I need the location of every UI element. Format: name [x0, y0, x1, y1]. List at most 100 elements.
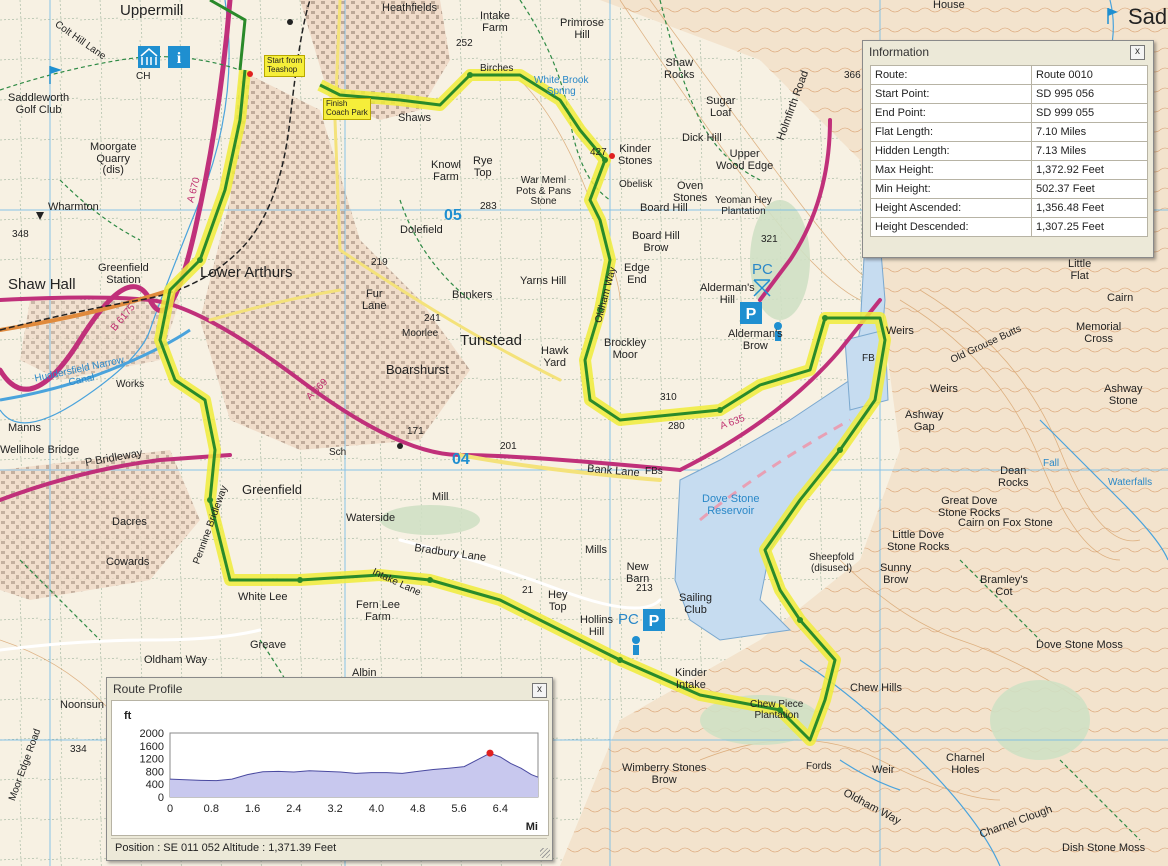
place-label: Wimberry Stones Brow — [622, 762, 707, 786]
route-profile-title-text: Route Profile — [113, 682, 183, 696]
info-key: Max Height: — [870, 160, 1032, 180]
place-label: Sugar Loaf — [706, 95, 736, 119]
place-label: Dacres — [112, 516, 147, 528]
place-label: Cairn — [1107, 292, 1134, 304]
place-label: Alderman's Hill — [700, 282, 755, 306]
place-label: Charnel Holes — [946, 752, 985, 776]
info-value: 502.37 Feet — [1031, 179, 1148, 199]
place-label: Dean Rocks — [998, 465, 1029, 489]
place-label: Cowards — [106, 556, 150, 568]
start-callout[interactable]: Start from Teashop — [264, 55, 306, 77]
place-label: Chew Hills — [850, 682, 902, 694]
y-tick-label: 800 — [146, 766, 164, 778]
spot-height: 201 — [500, 441, 517, 452]
place-label: Hollins Hill — [580, 614, 614, 638]
water-label: Fall — [1043, 458, 1060, 469]
x-tick-label: 0 — [167, 803, 173, 815]
place-label: Sch — [329, 447, 347, 458]
resize-grip-icon[interactable] — [540, 848, 550, 858]
place-label: Oven Stones — [673, 180, 708, 204]
place-label: Manns — [8, 422, 42, 434]
place-label: Greave — [250, 639, 287, 651]
information-panel-title[interactable]: Information x — [863, 41, 1153, 63]
info-row: Flat Length: 7.10 Miles — [870, 122, 1148, 142]
svg-text:P: P — [746, 306, 757, 323]
route-profile-title[interactable]: Route Profile x — [107, 678, 552, 700]
info-row: Max Height: 1,372.92 Feet — [870, 160, 1148, 180]
info-key: End Point: — [870, 103, 1032, 123]
x-tick-label: 5.6 — [451, 803, 466, 815]
water-label: Dove Stone Reservoir — [702, 493, 760, 517]
information-table: Route: Route 0010 Start Point: SD 995 056 En… — [870, 65, 1148, 237]
place-label: Wellihole Bridge — [0, 444, 80, 456]
place-label: Lower Arthurs — [200, 264, 293, 281]
spot-height: 348 — [12, 229, 29, 240]
place-label: Little Dove Stone Rocks — [887, 529, 950, 553]
place-label: Brockley Moor — [604, 337, 647, 361]
place-label: Intake Farm — [480, 10, 510, 34]
spot-height: 171 — [407, 426, 424, 437]
info-key: Route: — [870, 65, 1032, 85]
info-row: End Point: SD 999 055 — [870, 103, 1148, 123]
place-label: Ashway Gap — [905, 409, 944, 433]
place-label: Sheepfold (disused) — [809, 552, 855, 574]
place-label: Waterside — [346, 512, 396, 524]
place-label: Shaw Hall — [8, 276, 76, 293]
info-value: 1,372.92 Feet — [1031, 160, 1148, 180]
grid-label: 04 — [452, 451, 470, 468]
place-label: Dick Hill — [682, 132, 722, 144]
x-tick-label: 0.8 — [204, 803, 219, 815]
place-label: Mills — [585, 544, 607, 556]
information-panel[interactable]: Information x Route: Route 0010 Start Poin… — [862, 40, 1154, 258]
place-label: Sunny Brow — [880, 562, 912, 586]
place-label: Greenfield — [242, 482, 302, 497]
place-label: PC — [618, 611, 639, 628]
y-tick-label: 400 — [146, 779, 164, 791]
spot-height: 213 — [636, 583, 653, 594]
place-label: Dove Stone Moss — [1036, 639, 1123, 651]
spot-height: 283 — [480, 201, 497, 212]
place-label: Noonsun — [60, 699, 105, 711]
position-status: Position : SE 011 052 Altitude : 1,371.3… — [111, 838, 547, 856]
info-row: Start Point: SD 995 056 — [870, 84, 1148, 104]
place-label: Shaw Rocks — [664, 57, 695, 81]
place-label: Fords — [806, 761, 832, 772]
info-value: Route 0010 — [1031, 65, 1148, 85]
place-label: House — [933, 0, 965, 11]
place-label: Hawk Yard — [541, 345, 569, 369]
spot-height: 280 — [668, 421, 685, 432]
place-label: Tunstead — [460, 332, 522, 349]
place-label: Works — [116, 379, 145, 390]
close-icon[interactable]: x — [1130, 45, 1145, 60]
spot-height: 252 — [456, 38, 473, 49]
spot-height: 241 — [424, 313, 441, 324]
elevation-chart-svg[interactable]: ft 20001600120080040000 0.8 1.6 2.4 3.2 4.0 4.8… — [112, 701, 548, 835]
info-key: Min Height: — [870, 179, 1032, 199]
info-row: Height Ascended: 1,356.48 Feet — [870, 198, 1148, 218]
place-label: Kinder Stones — [618, 143, 653, 167]
spot-height: 21 — [522, 585, 534, 596]
place-label: Upper Wood Edge — [716, 148, 774, 172]
spot-height: 310 — [660, 392, 677, 403]
finish-callout[interactable]: Finish Coach Park — [323, 98, 371, 120]
place-label: War Meml Pots & Pans Stone — [516, 175, 572, 207]
place-label: Saddleworth Golf Club — [8, 92, 70, 116]
elevation-chart[interactable]: ft 2000 1600 1200 800 400 0 0 0.8 1.6 2.4 3.2 4.0 4.8… — [111, 700, 549, 836]
x-tick-label: 3.2 — [328, 803, 343, 815]
info-key: Height Ascended: — [870, 198, 1032, 218]
place-label: White Lee — [238, 591, 288, 603]
route-profile-panel[interactable]: Route Profile x ft 2000 1600 1200 800 400 0 0 0.… — [106, 677, 553, 861]
info-value: SD 999 055 — [1031, 103, 1148, 123]
place-label: Moorgate Quarry (dis) — [90, 141, 137, 177]
close-icon[interactable]: x — [532, 683, 547, 698]
place-label: Primrose Hill — [560, 17, 605, 41]
y-axis-unit: ft — [124, 710, 132, 722]
parking-icon: P — [643, 609, 665, 631]
place-label: Fur Lane — [362, 288, 387, 312]
place-label: PC — [752, 261, 773, 278]
info-key: Height Descended: — [870, 217, 1032, 237]
info-key: Hidden Length: — [870, 141, 1032, 161]
water-label: White Brook Spring — [534, 75, 589, 97]
info-row: Height Descended: 1,307.25 Feet — [870, 217, 1148, 237]
info-value: 1,356.48 Feet — [1031, 198, 1148, 218]
